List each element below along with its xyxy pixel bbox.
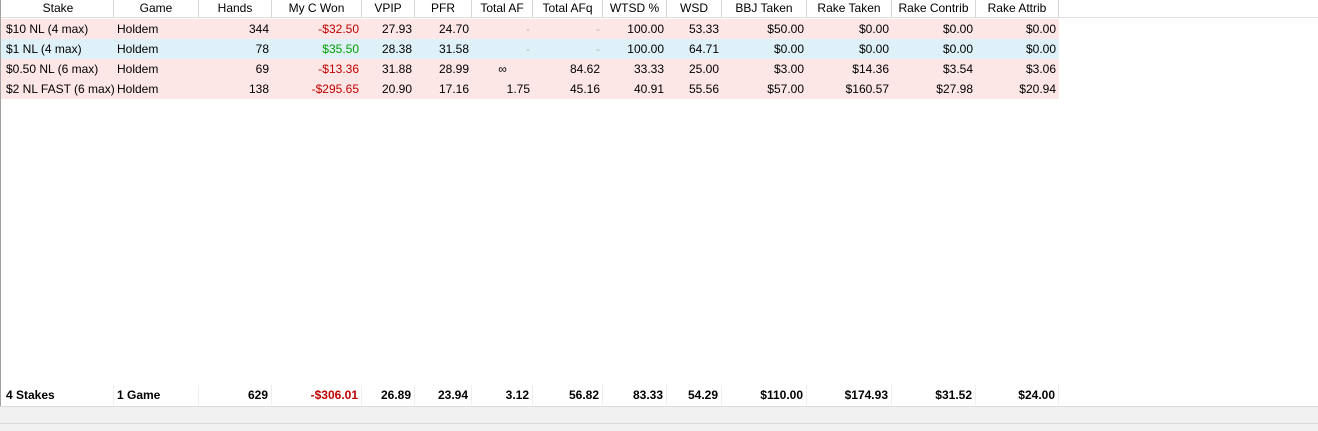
cell-rake-contrib: $27.98 (936, 82, 973, 96)
cell-stake: $2 NL FAST (6 max) (6, 82, 114, 96)
cell-hands: 138 (248, 82, 269, 96)
cell-rake-attrib: $20.94 (1019, 82, 1056, 96)
column-header-hands[interactable]: Hands (199, 0, 272, 18)
total-wtsd: 83.33 (603, 385, 667, 405)
total-pfr: 23.94 (415, 385, 472, 405)
table-row[interactable]: $10 NL (4 max) Holdem 344 -$32.50 27.93 24.70… (1, 19, 1059, 39)
column-header-wsd[interactable]: WSD (667, 0, 722, 18)
cell-stake: $1 NL (4 max) (6, 42, 82, 56)
cell-stake: $10 NL (4 max) (6, 22, 89, 36)
column-header-pfr[interactable]: PFR (415, 0, 472, 18)
column-header-total-af[interactable]: Total AF (472, 0, 533, 18)
column-header-vpip[interactable]: VPIP (362, 0, 415, 18)
total-wsd: 54.29 (667, 385, 722, 405)
cell-wsd: 64.71 (688, 42, 719, 56)
stats-grid: Stake Game Hands My C Won VPIP PFR Total AF Tot… (0, 0, 1318, 406)
cell-hands: 78 (255, 42, 269, 56)
cell-wtsd: 100.00 (627, 22, 664, 36)
column-header-wtsd[interactable]: WTSD % (603, 0, 667, 18)
cell-wsd: 25.00 (688, 62, 719, 76)
total-rake-contrib: $31.52 (892, 385, 976, 405)
total-rake-attrib: $24.00 (976, 385, 1059, 405)
cell-total-afq: - (596, 22, 600, 36)
cell-rake-taken: $0.00 (858, 22, 889, 36)
table-row[interactable]: $1 NL (4 max) Holdem 78 $35.50 28.38 31.58 - - 1… (1, 39, 1059, 59)
cell-rake-taken: $14.36 (852, 62, 889, 76)
cell-pfr: 28.99 (438, 62, 469, 76)
cell-game: Holdem (117, 22, 159, 36)
cell-vpip: 28.38 (381, 42, 412, 56)
cell-wtsd: 40.91 (633, 82, 664, 96)
cell-vpip: 20.90 (381, 82, 412, 96)
cell-my-c-won: -$32.50 (318, 22, 359, 36)
cell-bbj-taken: $3.00 (773, 62, 804, 76)
table-row[interactable]: $0.50 NL (6 max) Holdem 69 -$13.36 31.88 28.9… (1, 59, 1059, 79)
cell-bbj-taken: $50.00 (767, 22, 804, 36)
column-header-rake-taken[interactable]: Rake Taken (807, 0, 892, 18)
cell-game: Holdem (117, 42, 159, 56)
cell-my-c-won: -$295.65 (311, 82, 359, 96)
column-header-row: Stake Game Hands My C Won VPIP PFR Total AF Tot… (1, 0, 1318, 18)
cell-total-af: ∞ (498, 62, 507, 76)
cell-total-afq: 45.16 (569, 82, 600, 96)
cell-pfr: 31.58 (438, 42, 469, 56)
cell-rake-taken: $0.00 (858, 42, 889, 56)
cell-vpip: 31.88 (381, 62, 412, 76)
cell-rake-contrib: $0.00 (942, 22, 973, 36)
cell-rake-attrib: $0.00 (1025, 22, 1056, 36)
cell-total-af: - (526, 42, 530, 56)
cell-hands: 69 (255, 62, 269, 76)
cell-game: Holdem (117, 82, 159, 96)
total-hands: 629 (199, 385, 272, 405)
cell-pfr: 24.70 (438, 22, 469, 36)
totals-row: 4 Stakes 1 Game 629 -$306.01 26.89 23.94 3.12 5… (1, 385, 1059, 405)
cell-bbj-taken: $0.00 (773, 42, 804, 56)
cell-game: Holdem (117, 62, 159, 76)
cell-stake: $0.50 NL (6 max) (6, 62, 99, 76)
status-bar (0, 406, 1318, 431)
cell-rake-attrib: $3.06 (1025, 62, 1056, 76)
cell-rake-contrib: $0.00 (942, 42, 973, 56)
cell-my-c-won: $35.50 (322, 42, 359, 56)
column-header-rake-attrib[interactable]: Rake Attrib (976, 0, 1059, 18)
cell-total-afq: 84.62 (569, 62, 600, 76)
column-header-rake-contrib[interactable]: Rake Contrib (892, 0, 976, 18)
cell-rake-attrib: $0.00 (1025, 42, 1056, 56)
cell-wsd: 53.33 (688, 22, 719, 36)
cell-bbj-taken: $57.00 (767, 82, 804, 96)
total-total-afq: 56.82 (533, 385, 603, 405)
cell-total-af: - (526, 22, 530, 36)
total-vpip: 26.89 (362, 385, 415, 405)
column-header-total-afq[interactable]: Total AFq (533, 0, 603, 18)
cell-wsd: 55.56 (688, 82, 719, 96)
column-header-my-c-won[interactable]: My C Won (272, 0, 362, 18)
total-stake: 4 Stakes (3, 385, 114, 405)
cell-wtsd: 100.00 (627, 42, 664, 56)
total-total-af: 3.12 (472, 385, 533, 405)
column-header-bbj-taken[interactable]: BBJ Taken (722, 0, 807, 18)
status-divider (0, 423, 1318, 424)
cell-total-afq: - (596, 42, 600, 56)
cell-my-c-won: -$13.36 (318, 62, 359, 76)
cell-wtsd: 33.33 (633, 62, 664, 76)
cell-rake-contrib: $3.54 (942, 62, 973, 76)
cell-total-af: 1.75 (506, 82, 530, 96)
cell-hands: 344 (248, 22, 269, 36)
total-my-c-won: -$306.01 (272, 385, 362, 405)
column-header-stake[interactable]: Stake (3, 0, 114, 18)
cell-rake-taken: $160.57 (845, 82, 889, 96)
total-rake-taken: $174.93 (807, 385, 892, 405)
total-bbj-taken: $110.00 (722, 385, 807, 405)
column-header-game[interactable]: Game (114, 0, 199, 18)
total-game: 1 Game (114, 385, 199, 405)
cell-pfr: 17.16 (438, 82, 469, 96)
table-row[interactable]: $2 NL FAST (6 max) Holdem 138 -$295.65 20.90… (1, 79, 1059, 99)
cell-vpip: 27.93 (381, 22, 412, 36)
